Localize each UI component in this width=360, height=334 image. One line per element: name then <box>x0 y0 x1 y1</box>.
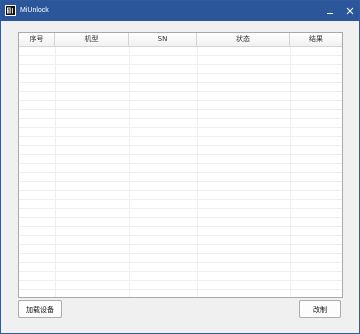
grid-column-line <box>55 47 56 297</box>
grid-row-line <box>19 73 342 74</box>
grid-row-line <box>19 262 342 263</box>
grid-row-line <box>19 55 342 56</box>
grid-row-line <box>19 253 342 254</box>
grid-row-line <box>19 244 342 245</box>
minimize-icon <box>327 13 333 14</box>
close-button[interactable] <box>341 3 359 19</box>
grid-row-line <box>19 280 342 281</box>
grid-row-line <box>19 289 342 290</box>
grid-column-line <box>197 47 198 297</box>
column-header-index[interactable]: 序号 <box>19 33 55 46</box>
grid-row-line <box>19 172 342 173</box>
grid-row-line <box>19 235 342 236</box>
load-devices-button[interactable]: 加载设备 <box>18 300 62 318</box>
table-body <box>19 47 342 297</box>
grid-row-line <box>19 118 342 119</box>
window-title: MiUnlock <box>20 7 49 14</box>
grid-row-line <box>19 91 342 92</box>
close-icon <box>346 7 354 15</box>
grid-row-line <box>19 208 342 209</box>
column-header-model[interactable]: 机型 <box>55 33 129 46</box>
minimize-button[interactable] <box>321 3 339 19</box>
grid-row-line <box>19 127 342 128</box>
grid-row-line <box>19 64 342 65</box>
grid-row-line <box>19 100 342 101</box>
grid-row-line <box>19 217 342 218</box>
grid-row-line <box>19 190 342 191</box>
column-header-result[interactable]: 结果 <box>290 33 342 46</box>
column-header-status[interactable]: 状态 <box>197 33 290 46</box>
column-header-sn[interactable]: SN <box>129 33 197 46</box>
grid-column-line <box>129 47 130 297</box>
grid-column-line <box>290 47 291 297</box>
table-header: 序号 机型 SN 状态 结果 <box>19 33 342 47</box>
grid-row-line <box>19 271 342 272</box>
grid-row-line <box>19 82 342 83</box>
grid-row-line <box>19 136 342 137</box>
grid-row-line <box>19 154 342 155</box>
device-table[interactable]: 序号 机型 SN 状态 结果 <box>18 32 343 298</box>
grid-row-line <box>19 109 342 110</box>
app-window: MiUnlock 序号 机型 SN 状态 结果 加载设备 改制 <box>0 0 360 334</box>
grid-row-line <box>19 199 342 200</box>
grid-row-line <box>19 226 342 227</box>
grid-row-line <box>19 163 342 164</box>
mi-logo-icon <box>5 5 16 16</box>
grid-row-line <box>19 181 342 182</box>
grid-row-line <box>19 145 342 146</box>
unlock-button[interactable]: 改制 <box>299 300 341 318</box>
title-bar[interactable]: MiUnlock <box>1 1 359 21</box>
